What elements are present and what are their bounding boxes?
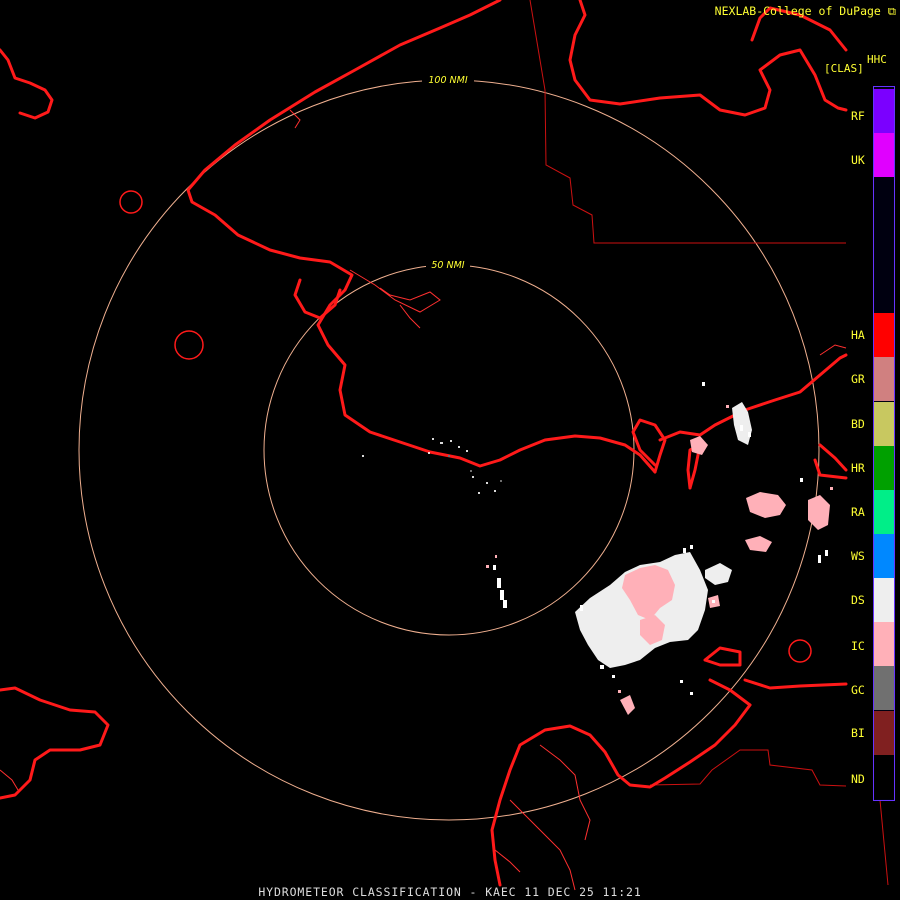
legend-swatch-hr	[874, 446, 894, 490]
legend-swatch-ds	[874, 578, 894, 622]
legend-swatch-ic	[874, 622, 894, 666]
legend-label-hr: HR	[851, 461, 865, 475]
radar-map: 100 NMI 50 NMI	[0, 0, 889, 891]
external-link-icon: ⧉	[887, 4, 896, 18]
legend-label-gr: GR	[851, 372, 865, 386]
echo-ice-crystals-ring	[745, 536, 772, 552]
legend-swatch-nd	[874, 755, 894, 799]
legend-swatch-ws	[874, 534, 894, 578]
echo-ice-crystals-near	[690, 436, 708, 455]
credit-text: NEXLAB-College of DuPage	[714, 4, 881, 18]
nexlab-credit[interactable]: NEXLAB-College of DuPage ⧉	[715, 4, 896, 19]
legend-swatch-ra	[874, 490, 894, 534]
legend-label-bi: BI	[851, 726, 865, 740]
echo-dry-snow-east	[705, 563, 732, 585]
legend-swatch-gr	[874, 357, 894, 401]
legend-swatch-bd	[874, 402, 894, 446]
product-code: HHC	[867, 53, 887, 66]
range-ring-label-100: 100 NMI	[428, 75, 467, 86]
legend-swatch-rf	[874, 89, 894, 133]
legend-label-uk: UK	[851, 153, 865, 167]
hydrometeor-legend: RF UK HA GR BD HR RA WS DS IC GC BI ND	[845, 86, 896, 801]
range-ring-label-50: 50 NMI	[431, 260, 464, 271]
echo-near-radar-clutter	[362, 438, 496, 494]
legend-label-ra: RA	[851, 505, 865, 519]
legend-label-bd: BD	[851, 417, 865, 431]
legend-label-rf: RF	[851, 109, 865, 123]
echo-ice-crystals-sw	[620, 695, 635, 715]
echo-gray-clutter	[448, 455, 502, 482]
echo-pink-speckles	[486, 405, 833, 693]
legend-swatch-bi	[874, 711, 894, 755]
legend-swatch-gc	[874, 666, 894, 710]
product-title: HYDROMETEOR CLASSIFICATION - KAEC 11 DEC…	[258, 885, 642, 899]
radar-echoes	[362, 382, 833, 715]
legend-label-ic: IC	[851, 639, 865, 653]
range-ring-100	[78, 79, 820, 821]
legend-label-ha: HA	[851, 328, 865, 342]
legend-label-nd: ND	[851, 772, 865, 786]
legend-label-ds: DS	[851, 593, 865, 607]
legend-label-gc: GC	[851, 683, 865, 697]
legend-swatch-ha	[874, 313, 894, 357]
product-class: [CLAS]	[824, 62, 864, 75]
echo-speckles	[493, 382, 828, 695]
coastline-detail	[0, 109, 847, 891]
boundary-lines	[529, 0, 889, 886]
legend-swatch-uk	[874, 133, 894, 177]
coastline	[0, 0, 848, 887]
legend-label-ws: WS	[851, 549, 865, 563]
echo-ice-crystals-ne	[746, 492, 786, 518]
